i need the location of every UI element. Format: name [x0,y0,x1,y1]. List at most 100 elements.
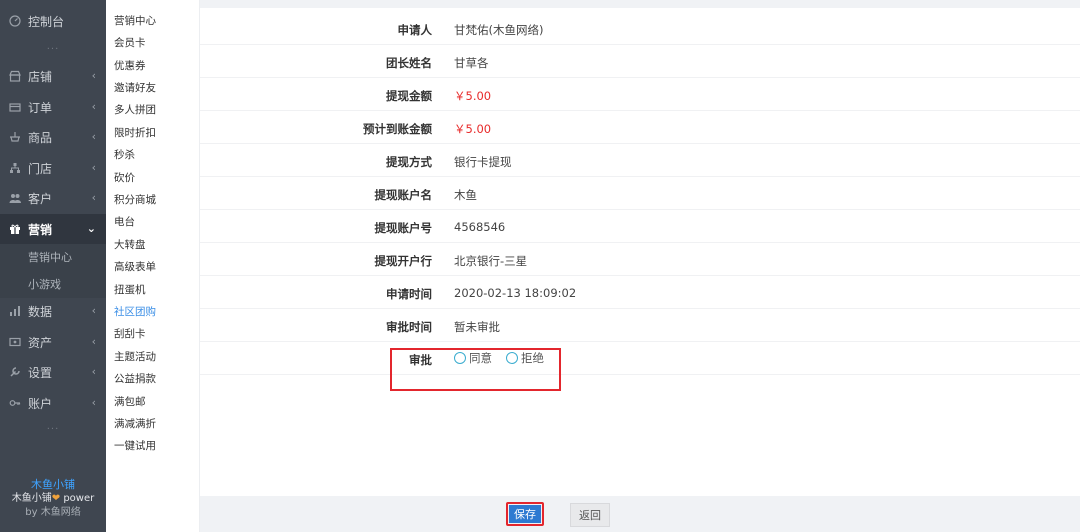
sidebar-item-label: 数据 [28,304,53,319]
brand-by: by 木鱼网络 [25,507,81,518]
dashboard-icon [8,14,22,28]
chart-icon [8,304,22,318]
detail-row-approval: 审批 同意 拒绝 [200,342,1080,375]
detail-row-method: 提现方式 银行卡提现 [200,144,1080,177]
sidebar-item-dashboard[interactable]: 控制台 [0,6,106,36]
brand-name: 木鱼小铺 [31,478,75,491]
heart-icon: ❤ [51,493,61,504]
wallet-icon [8,335,22,349]
customer-icon [8,191,22,205]
detail-row-amount: 提现金额 ￥5.00 [200,78,1080,111]
sidebar-item-marketing[interactable]: 营销 ⌄ [0,214,106,244]
detail-label: 审批时间 [386,320,432,334]
detail-label: 提现方式 [386,155,432,169]
sidebar-item-label: 商品 [28,130,53,145]
chevron-left-icon: ‹ [91,365,96,378]
chevron-left-icon: ‹ [91,100,96,113]
submenu-item[interactable]: 刮刮卡 [114,326,146,341]
detail-value-amount: ￥5.00 [454,122,492,136]
order-icon [8,100,22,114]
sidebar-item-account[interactable]: 账户 ‹ [0,388,106,418]
detail-value: 甘草各 [454,56,489,70]
sidebar-item-label: 订单 [28,100,53,115]
detail-value: 甘梵佑(木鱼网络) [454,23,544,37]
back-button[interactable]: 返回 [570,503,610,527]
main-sidebar: 控制台 ··· 店铺 ‹ 订单 ‹ 商品 ‹ 门店 ‹ 客户 ‹ 营销 ⌄ 营销… [0,0,106,532]
detail-label: 提现开户行 [374,254,433,268]
sidebar-item-assets[interactable]: 资产 ‹ [0,327,106,357]
goods-icon [8,130,22,144]
approval-highlight-box [390,348,561,391]
chevron-left-icon: ‹ [91,304,96,317]
detail-row-account-name: 提现账户名 木鱼 [200,177,1080,210]
chevron-left-icon: ‹ [91,161,96,174]
submenu-item[interactable]: 优惠券 [114,58,146,73]
detail-row-apply-time: 申请时间 2020-02-13 18:09:02 [200,276,1080,309]
submenu-item[interactable]: 满包邮 [114,394,146,409]
submenu-item[interactable]: 满减满折 [114,416,156,431]
detail-value: 木鱼 [454,188,477,202]
detail-label: 申请人 [397,23,433,37]
submenu-item[interactable]: 营销中心 [114,13,156,28]
shop-icon [8,69,22,83]
sidebar-item-goods[interactable]: 商品 ‹ [0,122,106,152]
save-button-highlight: 保存 [506,502,544,526]
chevron-left-icon: ‹ [91,396,96,409]
chevron-left-icon: ‹ [91,130,96,143]
submenu-item[interactable]: 高级表单 [114,259,156,274]
submenu-item[interactable]: 主题活动 [114,349,156,364]
sidebar-item-label: 账户 [28,396,53,411]
detail-label: 团长姓名 [386,56,432,70]
submenu-item[interactable]: 一键试用 [114,438,156,453]
submenu-item[interactable]: 邀请好友 [114,80,156,95]
sidebar-item-orders[interactable]: 订单 ‹ [0,92,106,122]
sidebar-item-label: 门店 [28,161,53,176]
sidebar-item-label: 营销 [28,222,53,237]
chevron-left-icon: ‹ [91,335,96,348]
detail-row-account-number: 提现账户号 4568546 [200,210,1080,243]
submenu-item[interactable]: 多人拼团 [114,102,156,117]
sidebar-item-label: 客户 [28,191,53,206]
submenu-item[interactable]: 限时折扣 [114,125,156,140]
brand-power-prefix: 木鱼小铺 [11,493,52,504]
detail-value: 银行卡提现 [454,155,512,169]
detail-label: 申请时间 [386,287,432,301]
detail-value-amount: ￥5.00 [454,89,492,103]
sidebar-item-settings[interactable]: 设置 ‹ [0,357,106,387]
submenu-item-active[interactable]: 社区团购 [114,304,156,319]
sidebar-submenu-marketing: 营销中心 小游戏 [0,244,106,298]
sidebar-subitem-marketing-center[interactable]: 营销中心 [0,244,106,271]
chevron-left-icon: ‹ [91,191,96,204]
submenu-item[interactable]: 砍价 [114,170,135,185]
detail-row-bank: 提现开户行 北京银行-三星 [200,243,1080,276]
detail-row-applicant: 申请人 甘梵佑(木鱼网络) [200,12,1080,45]
detail-label: 预计到账金额 [363,122,432,136]
sidebar-item-label: 店铺 [28,69,53,84]
detail-value: 2020-02-13 18:09:02 [454,286,577,300]
brand-footer: 木鱼小铺 木鱼小铺❤ power by 木鱼网络 [0,478,106,520]
key-icon [8,396,22,410]
submenu-item[interactable]: 会员卡 [114,35,146,50]
sidebar-item-shop[interactable]: 店铺 ‹ [0,61,106,91]
detail-value: 北京银行-三星 [454,254,528,268]
detail-row-approve-time: 审批时间 暂未审批 [200,309,1080,342]
save-button[interactable]: 保存 [509,505,541,523]
submenu-item[interactable]: 公益捐款 [114,371,156,386]
submenu-item[interactable]: 秒杀 [114,147,135,162]
submenu-item[interactable]: 大转盘 [114,237,146,252]
wrench-icon [8,365,22,379]
main-content: 申请人 甘梵佑(木鱼网络) 团长姓名 甘草各 提现金额 ￥5.00 预计到账金额… [200,0,1080,532]
sidebar-divider-dots: ··· [46,424,60,435]
sidebar-item-store[interactable]: 门店 ‹ [0,153,106,183]
submenu-item[interactable]: 积分商城 [114,192,156,207]
submenu-item[interactable]: 电台 [114,214,135,229]
submenu-item[interactable]: 扭蛋机 [114,282,146,297]
chevron-down-icon: ⌄ [86,222,96,235]
sidebar-item-label: 设置 [28,365,53,380]
sidebar-item-customers[interactable]: 客户 ‹ [0,183,106,213]
withdrawal-detail-panel: 申请人 甘梵佑(木鱼网络) 团长姓名 甘草各 提现金额 ￥5.00 预计到账金额… [200,8,1080,496]
gift-icon [8,222,22,236]
sidebar-item-data[interactable]: 数据 ‹ [0,296,106,326]
sidebar-subitem-mini-games[interactable]: 小游戏 [0,271,106,298]
brand-power-suffix: power [60,493,95,504]
